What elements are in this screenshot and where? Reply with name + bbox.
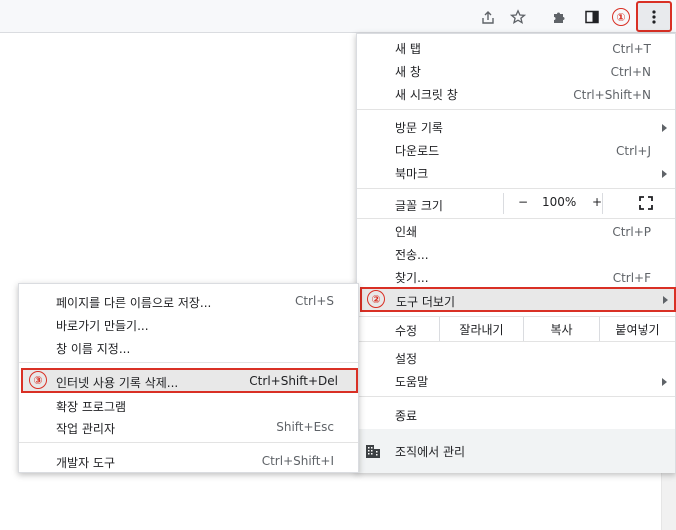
copy-button[interactable]: 복사	[523, 317, 599, 341]
menu-item-history[interactable]: 방문 기록	[357, 116, 675, 139]
menu-item-bookmarks[interactable]: 북마크	[357, 162, 675, 185]
zoom-row: 글꼴 크기 − 100% +	[357, 192, 675, 215]
menu-item-label: 확장 프로그램	[56, 400, 127, 414]
submenu-item-clear-browsing-data[interactable]: ③ 인터넷 사용 기록 삭제... Ctrl+Shift+Del	[21, 368, 358, 393]
menu-item-exit[interactable]: 종료	[357, 404, 675, 427]
menu-item-shortcut: Ctrl+J	[616, 143, 651, 158]
submenu-item-task-manager[interactable]: 작업 관리자 Shift+Esc	[19, 416, 358, 439]
menu-item-label: 새 창	[395, 65, 421, 79]
submenu-item-dev-tools[interactable]: 개발자 도구 Ctrl+Shift+I	[19, 450, 358, 473]
menu-item-label: 조직에서 관리	[395, 445, 466, 459]
zoom-out-button[interactable]: −	[518, 195, 528, 209]
menu-item-shortcut: Ctrl+F	[612, 270, 651, 285]
chevron-right-icon	[662, 169, 667, 178]
cut-button[interactable]: 잘라내기	[439, 317, 523, 341]
menu-item-cast[interactable]: 전송...	[357, 243, 675, 266]
menu-item-shortcut: Shift+Esc	[276, 420, 334, 434]
extensions-icon[interactable]	[548, 5, 572, 29]
main-menu: 새 탭 Ctrl+T 새 창 Ctrl+N 새 시크릿 창 Ctrl+Shift…	[356, 33, 676, 473]
menu-separator	[357, 218, 675, 219]
menu-item-label: 설정	[395, 352, 418, 366]
menu-item-shortcut: Ctrl+Shift+N	[573, 87, 651, 102]
menu-separator	[19, 362, 358, 363]
cut-label: 잘라내기	[459, 322, 504, 337]
browser-toolbar: ①	[0, 0, 676, 33]
menu-item-label: 북마크	[395, 167, 429, 181]
side-panel-icon[interactable]	[580, 5, 604, 29]
annotation-step-2: ②	[367, 290, 385, 308]
chevron-right-icon	[663, 296, 668, 304]
paste-label: 붙여넣기	[615, 322, 660, 337]
menu-item-label: 창 이름 지정...	[56, 342, 131, 356]
menu-item-label: 다운로드	[395, 144, 440, 158]
menu-item-new-window[interactable]: 새 창 Ctrl+N	[357, 60, 675, 83]
menu-item-settings[interactable]: 설정	[357, 347, 675, 370]
menu-item-help[interactable]: 도움말	[357, 370, 675, 393]
menu-item-label: 전송...	[395, 248, 429, 262]
copy-label: 복사	[550, 322, 573, 337]
edit-label: 수정	[395, 324, 418, 338]
menu-item-label: 종료	[395, 409, 418, 423]
building-icon	[365, 443, 381, 462]
submenu-item-save-page[interactable]: 페이지를 다른 이름으로 저장... Ctrl+S	[19, 290, 358, 313]
menu-item-label: 도움말	[395, 375, 429, 389]
menu-item-shortcut: Ctrl+S	[294, 294, 334, 308]
menu-item-shortcut: Ctrl+N	[610, 64, 651, 79]
menu-separator	[357, 188, 675, 189]
submenu-item-name-window[interactable]: 창 이름 지정...	[19, 336, 358, 359]
menu-item-label: 도구 더보기	[396, 295, 456, 309]
menu-item-shortcut: Ctrl+P	[612, 224, 651, 239]
menu-item-label: 새 시크릿 창	[395, 88, 458, 102]
menu-item-shortcut: Ctrl+Shift+Del	[249, 374, 338, 388]
menu-item-label: 인쇄	[395, 225, 418, 239]
paste-button[interactable]: 붙여넣기	[599, 317, 675, 341]
menu-item-shortcut: Ctrl+T	[612, 41, 651, 56]
menu-item-label: 바로가기 만들기...	[56, 319, 149, 333]
menu-item-new-tab[interactable]: 새 탭 Ctrl+T	[357, 37, 675, 60]
menu-item-new-incognito[interactable]: 새 시크릿 창 Ctrl+Shift+N	[357, 83, 675, 106]
menu-separator	[357, 341, 675, 342]
menu-separator	[357, 396, 675, 397]
menu-separator	[357, 109, 675, 110]
zoom-level: 100%	[542, 195, 577, 209]
more-tools-submenu: 페이지를 다른 이름으로 저장... Ctrl+S 바로가기 만들기... 창 …	[18, 283, 359, 473]
chevron-right-icon	[662, 123, 667, 132]
star-icon[interactable]	[506, 5, 530, 29]
chevron-right-icon	[662, 377, 667, 386]
menu-item-label: 인터넷 사용 기록 삭제...	[56, 376, 179, 390]
menu-item-find[interactable]: 찾기... Ctrl+F	[357, 266, 675, 289]
submenu-item-extensions[interactable]: 확장 프로그램	[19, 394, 358, 417]
zoom-label: 글꼴 크기	[395, 199, 443, 213]
more-vert-icon[interactable]	[636, 1, 672, 32]
share-icon[interactable]	[476, 5, 500, 29]
menu-item-shortcut: Ctrl+Shift+I	[261, 454, 334, 468]
menu-item-label: 새 탭	[395, 42, 421, 56]
menu-item-label: 작업 관리자	[56, 422, 116, 436]
zoom-controls: − 100% +	[503, 193, 603, 214]
menu-item-downloads[interactable]: 다운로드 Ctrl+J	[357, 139, 675, 162]
submenu-item-create-shortcut[interactable]: 바로가기 만들기...	[19, 313, 358, 336]
menu-item-more-tools[interactable]: ② 도구 더보기	[360, 287, 676, 312]
menu-item-label: 개발자 도구	[56, 456, 116, 470]
menu-item-managed[interactable]: 조직에서 관리	[357, 429, 675, 473]
annotation-step-1: ①	[612, 8, 630, 26]
menu-separator	[19, 442, 358, 443]
menu-item-print[interactable]: 인쇄 Ctrl+P	[357, 220, 675, 243]
fullscreen-icon[interactable]	[639, 196, 653, 213]
menu-item-label: 페이지를 다른 이름으로 저장...	[56, 296, 212, 310]
zoom-in-button[interactable]: +	[592, 195, 602, 209]
edit-row: 수정 잘라내기 복사 붙여넣기	[357, 317, 675, 341]
menu-item-label: 방문 기록	[395, 121, 443, 135]
annotation-step-3: ③	[29, 371, 47, 389]
menu-item-label: 찾기...	[395, 271, 429, 285]
